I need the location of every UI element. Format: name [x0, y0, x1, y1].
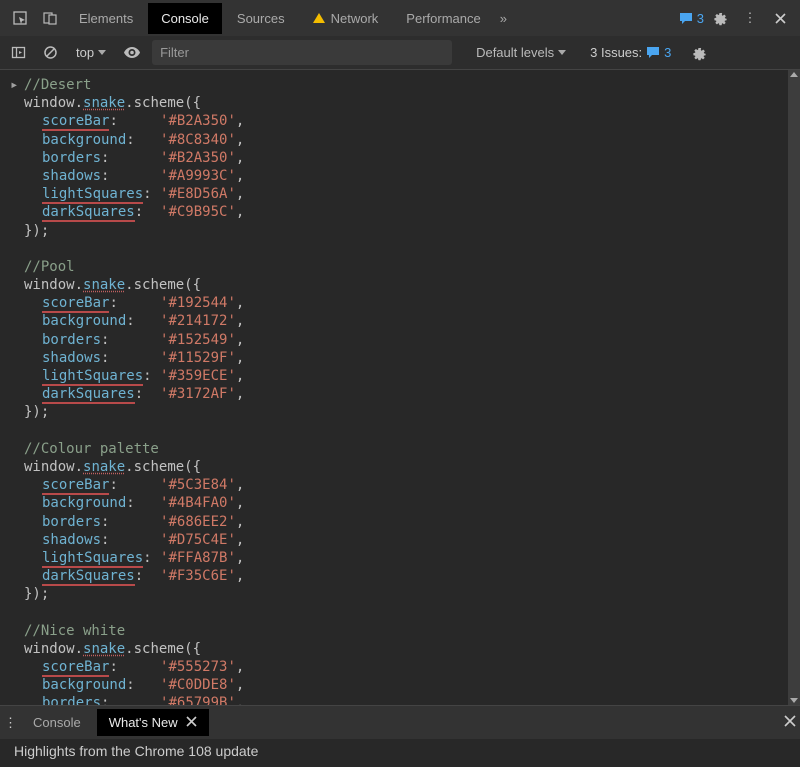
- close-tab-icon[interactable]: [186, 715, 197, 730]
- live-expression-icon[interactable]: [120, 41, 144, 65]
- errors-badge[interactable]: 3: [679, 11, 704, 26]
- tab-console[interactable]: Console: [148, 3, 222, 34]
- scroll-up-icon[interactable]: [790, 72, 798, 77]
- scrollbar[interactable]: [788, 70, 800, 705]
- sidebar-toggle-icon[interactable]: [6, 41, 30, 65]
- drawer-tabbar: ⋮ Console What's New: [0, 705, 800, 739]
- tab-elements[interactable]: Elements: [66, 3, 146, 34]
- drawer-menu-icon[interactable]: ⋮: [4, 715, 17, 731]
- console-output: ▸//Desertwindow.snake.scheme({scoreBar: …: [0, 70, 800, 705]
- kebab-menu-icon[interactable]: ⋮: [736, 4, 764, 32]
- tab-network-label: Network: [331, 11, 379, 26]
- chevron-down-icon: [98, 50, 106, 55]
- tab-network[interactable]: Network: [300, 3, 392, 34]
- issues-counter[interactable]: 3 Issues: 3: [582, 45, 679, 60]
- close-drawer-icon[interactable]: [784, 715, 796, 730]
- more-tabs-icon[interactable]: »: [496, 11, 511, 26]
- close-devtools-icon[interactable]: [766, 4, 794, 32]
- drawer-tab-whatsnew[interactable]: What's New: [97, 709, 209, 736]
- drawer-tab-console[interactable]: Console: [21, 709, 93, 736]
- scroll-down-icon[interactable]: [790, 698, 798, 703]
- whatsnew-heading: Highlights from the Chrome 108 update: [14, 743, 258, 759]
- filter-input[interactable]: [152, 40, 452, 65]
- device-toggle-icon[interactable]: [36, 4, 64, 32]
- context-selector[interactable]: top: [70, 42, 112, 63]
- clear-console-icon[interactable]: [38, 41, 62, 65]
- devtools-tabbar: Elements Console Sources Network Perform…: [0, 0, 800, 36]
- warning-icon: [313, 13, 325, 23]
- console-code[interactable]: ▸//Desertwindow.snake.scheme({scoreBar: …: [0, 70, 800, 705]
- console-toolbar: top Default levels 3 Issues: 3: [0, 36, 800, 70]
- inspect-icon[interactable]: [6, 4, 34, 32]
- chevron-down-icon: [558, 50, 566, 55]
- settings-icon[interactable]: [706, 4, 734, 32]
- tab-sources[interactable]: Sources: [224, 3, 298, 34]
- console-settings-icon[interactable]: [687, 41, 711, 65]
- drawer-content: Highlights from the Chrome 108 update: [0, 739, 800, 767]
- tab-performance[interactable]: Performance: [393, 3, 493, 34]
- log-levels-selector[interactable]: Default levels: [468, 45, 574, 60]
